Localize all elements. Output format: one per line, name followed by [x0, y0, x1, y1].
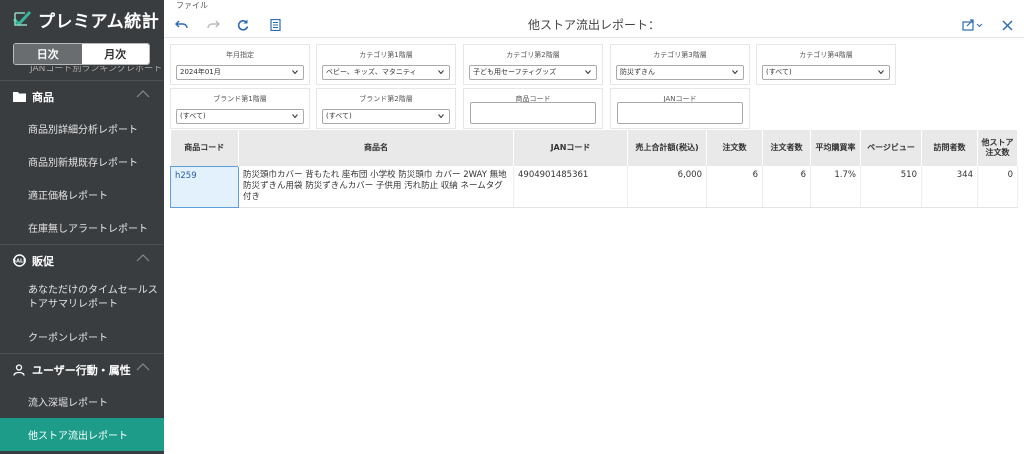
close-icon[interactable] [1000, 18, 1014, 32]
cell-sales-total[interactable]: 6,000 [627, 166, 707, 208]
category-1-select[interactable]: ベビー、キッズ、マタニティ [322, 65, 450, 80]
filter-category-4: カテゴリ第4階層 (すべて) [756, 44, 896, 85]
cell-product-name[interactable]: 防災頭巾カバー 背もたれ 座布団 小学校 防災頭巾 カバー 2WAY 無地 防災… [238, 166, 514, 208]
sale-icon: SALE [12, 254, 26, 268]
select-value: 2024年01月 [180, 68, 221, 76]
menu-file[interactable]: ファイル [164, 0, 1024, 12]
filter-category-3: カテゴリ第3階層 防災ずきん [610, 44, 750, 85]
toolbar: 他ストア流出レポート： [164, 12, 1024, 38]
cell-other-store-orders[interactable]: 0 [977, 166, 1018, 208]
filter-category-1: カテゴリ第1階層 ベビー、キッズ、マタニティ [316, 44, 456, 85]
select-value: (すべて) [766, 68, 792, 76]
cell-product-code[interactable]: h259 [170, 165, 239, 208]
share-icon[interactable] [961, 18, 985, 32]
sidebar: プレミアム統計 日次 月次 JANコード別ランキングレポート 商品 商品別詳細分… [0, 0, 164, 454]
monthly-toggle-button[interactable]: 月次 [81, 44, 149, 64]
chevron-down-icon [292, 70, 298, 74]
table-row: h259 防災頭巾カバー 背もたれ 座布団 小学校 防災頭巾 カバー 2WAY … [170, 165, 1018, 208]
sidebar-item-stock-alert[interactable]: 在庫無しアラートレポート [0, 211, 164, 244]
column-header-page-views[interactable]: ページビュー [860, 130, 922, 166]
cell-page-views[interactable]: 510 [860, 166, 922, 208]
table-header-row: 商品コード 商品名 JANコード 売上合計額(税込) 注文数 注文者数 平均購買… [170, 130, 1018, 166]
filter-label: カテゴリ第4階層 [799, 51, 853, 59]
column-header-product-name[interactable]: 商品名 [238, 130, 514, 166]
report-table: 商品コード 商品名 JANコード 売上合計額(税込) 注文数 注文者数 平均購買… [170, 130, 1018, 208]
cell-orders[interactable]: 6 [706, 166, 763, 208]
column-header-jan-code[interactable]: JANコード [513, 130, 628, 166]
chevron-down-icon [878, 70, 884, 74]
column-header-other-store-orders[interactable]: 他ストア注文数 [977, 130, 1018, 166]
logo-icon [12, 10, 32, 27]
period-toggle: 日次 月次 [13, 43, 150, 65]
select-value: 防災ずきん [620, 68, 655, 76]
cell-buyers[interactable]: 6 [762, 166, 811, 208]
sidebar-item-inflow-deep[interactable]: 流入深堀レポート [0, 385, 164, 418]
cell-purchase-rate[interactable]: 1.7% [810, 166, 861, 208]
app-name: プレミアム統計 [38, 11, 160, 32]
brand-2-select[interactable]: (すべて) [322, 109, 450, 124]
column-header-product-code[interactable]: 商品コード [170, 130, 239, 166]
column-header-purchase-rate[interactable]: 平均購買率 [810, 130, 861, 166]
brand-1-select[interactable]: (すべて) [176, 109, 304, 124]
category-4-select[interactable]: (すべて) [762, 65, 890, 80]
sidebar-item-coupon[interactable]: クーポンレポート [0, 320, 164, 353]
column-header-sales-total[interactable]: 売上合計額(税込) [627, 130, 707, 166]
report-title: 他ストア流出レポート： [527, 18, 660, 32]
filter-jan-code: JANコード [610, 88, 750, 129]
sidebar-item-product-new-existing[interactable]: 商品別新規既存レポート [0, 145, 164, 178]
daily-toggle-button[interactable]: 日次 [14, 44, 82, 64]
sidebar-section-label: ユーザー行動・属性 [32, 363, 131, 377]
select-value: 子ども用セーフティグッズ [473, 68, 557, 76]
app-logo[interactable]: プレミアム統計 [0, 0, 164, 38]
chevron-down-icon [438, 114, 444, 118]
filter-label: ブランド第2階層 [359, 95, 413, 103]
chevron-down-icon [292, 114, 298, 118]
user-icon [12, 363, 26, 377]
sidebar-item-timesale-summary[interactable]: あなただけのタイムセールストアサマリレポート [0, 276, 164, 320]
svg-text:SALE: SALE [13, 259, 26, 265]
sidebar-section-product[interactable]: 商品 [0, 80, 164, 112]
column-header-buyers[interactable]: 注文者数 [762, 130, 811, 166]
chevron-up-icon [136, 363, 150, 371]
select-value: (すべて) [180, 112, 206, 120]
filter-label: カテゴリ第1階層 [359, 51, 413, 59]
sidebar-item-other-store-outflow[interactable]: 他ストア流出レポート [0, 418, 164, 451]
folder-icon [12, 90, 26, 104]
category-2-select[interactable]: 子ども用セーフティグッズ [469, 65, 597, 80]
sidebar-section-label: 販促 [32, 254, 54, 268]
sidebar-section-promotion[interactable]: SALE 販促 [0, 244, 164, 276]
column-header-orders[interactable]: 注文数 [706, 130, 763, 166]
filter-label: 年月指定 [226, 51, 254, 59]
filter-label: カテゴリ第3階層 [653, 51, 707, 59]
chevron-up-icon [136, 254, 150, 262]
filter-brand-2: ブランド第2階層 (すべて) [316, 88, 456, 129]
month-select[interactable]: 2024年01月 [176, 65, 304, 80]
sidebar-item-fair-price[interactable]: 適正価格レポート [0, 178, 164, 211]
filter-category-2: カテゴリ第2階層 子ども用セーフティグッズ [463, 44, 603, 85]
filter-label: カテゴリ第2階層 [506, 51, 560, 59]
sidebar-item-product-detail[interactable]: 商品別詳細分析レポート [0, 112, 164, 145]
jan-code-input[interactable] [617, 102, 743, 124]
cell-visitors[interactable]: 344 [921, 166, 978, 208]
chevron-down-icon [732, 70, 738, 74]
chevron-up-icon [136, 90, 150, 98]
filter-month: 年月指定 2024年01月 [170, 44, 310, 85]
sidebar-item-jan-ranking[interactable]: JANコード別ランキングレポート [0, 66, 164, 80]
filter-label: ブランド第1階層 [213, 95, 267, 103]
column-header-visitors[interactable]: 訪問者数 [921, 130, 978, 166]
chevron-down-icon [438, 70, 444, 74]
filter-product-code: 商品コード [463, 88, 603, 129]
sidebar-section-user-behavior[interactable]: ユーザー行動・属性 [0, 353, 164, 385]
product-code-input[interactable] [470, 102, 596, 124]
sidebar-section-label: 商品 [32, 90, 54, 104]
select-value: (すべて) [326, 112, 352, 120]
main-area: ファイル 他ストア流出レポート： 年月指定 2024年01月 カテゴリ第1階層 [164, 0, 1024, 454]
select-value: ベビー、キッズ、マタニティ [326, 68, 417, 76]
chevron-down-icon [585, 70, 591, 74]
category-3-select[interactable]: 防災ずきん [616, 65, 744, 80]
filter-brand-1: ブランド第1階層 (すべて) [170, 88, 310, 129]
cell-jan-code[interactable]: 4904901485361 [513, 166, 628, 208]
